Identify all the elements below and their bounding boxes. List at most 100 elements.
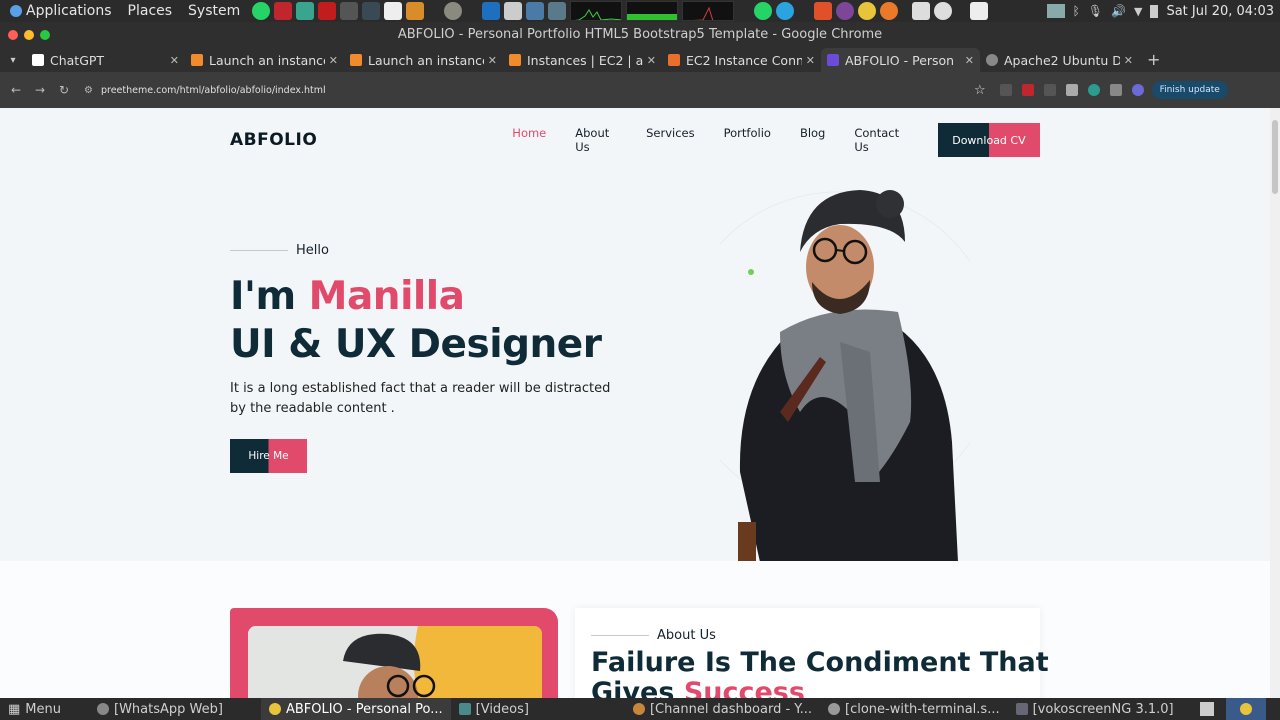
taskbar-item[interactable]: [WhatsApp Web] (89, 698, 231, 720)
maximize-window-icon[interactable] (40, 30, 50, 40)
page-scrollbar[interactable] (1270, 108, 1280, 698)
clock[interactable]: Sat Jul 20, 04:03 (1166, 4, 1274, 19)
editor-icon[interactable] (384, 2, 403, 20)
places-menu[interactable]: Places (122, 3, 179, 19)
github-icon[interactable] (934, 2, 953, 20)
divider-line (230, 250, 288, 251)
firefox-icon[interactable] (880, 2, 899, 20)
nav-home[interactable]: Home (512, 126, 546, 154)
tab-instances-ec2[interactable]: Instances | EC2 | af ✕ (503, 48, 662, 72)
profile-avatar-icon[interactable] (1131, 84, 1144, 96)
site-logo[interactable]: ABFOLIO (230, 130, 317, 150)
close-tab-icon[interactable]: ✕ (488, 54, 497, 67)
download-cv-button[interactable]: Download CV (937, 123, 1040, 157)
back-icon[interactable]: ← (4, 83, 28, 97)
app-icon[interactable] (504, 2, 523, 20)
whatsapp-icon[interactable] (252, 2, 271, 20)
nav-blog[interactable]: Blog (800, 126, 825, 154)
chrome-icon[interactable] (858, 2, 877, 20)
monitor-icon[interactable] (548, 2, 567, 20)
archive-icon[interactable] (406, 2, 425, 20)
volume-icon[interactable]: 🔊 (1111, 4, 1126, 18)
tab-label: Launch an instance (368, 52, 484, 68)
applications-menu[interactable]: Applications (4, 3, 118, 19)
close-tab-icon[interactable]: ✕ (329, 54, 338, 67)
vscode-icon[interactable] (482, 2, 501, 20)
wifi-icon[interactable]: ▼ (1134, 5, 1142, 18)
tab-abfolio[interactable]: ABFOLIO - Person ✕ (821, 48, 980, 72)
tab-chatgpt[interactable]: ChatGPT ✕ (26, 48, 185, 72)
battery-icon[interactable] (1150, 4, 1159, 18)
taskbar-item[interactable]: [vokoscreenNG 3.1.0] (1008, 698, 1182, 720)
nav-about-us[interactable]: About Us (575, 126, 617, 154)
tab-launch-instance[interactable]: Launch an instance ✕ (185, 48, 344, 72)
chrome-tray-icon[interactable] (1225, 698, 1266, 720)
nav-portfolio[interactable]: Portfolio (724, 126, 771, 154)
filezilla-icon[interactable] (274, 2, 293, 20)
system-menu[interactable]: System (182, 3, 246, 19)
bookmark-star-icon[interactable]: ☆ (974, 83, 986, 98)
finish-update-button[interactable]: Finish update (1151, 81, 1228, 99)
extension-icon[interactable] (999, 84, 1012, 96)
taskbar-item-label: [clone-with-terminal.s... (845, 701, 1000, 717)
minimize-window-icon[interactable] (24, 30, 34, 40)
keyboard-layout-icon[interactable] (1199, 702, 1214, 716)
extension-icon[interactable] (1043, 84, 1056, 96)
extension-icon[interactable] (1087, 84, 1100, 96)
tor-icon[interactable] (836, 2, 855, 20)
launcher-icons (252, 1, 989, 21)
about-title-line1: Failure Is The Condiment That (591, 647, 1049, 678)
divider-line (591, 635, 649, 636)
new-tab-icon[interactable]: + (1139, 48, 1160, 72)
address-bar[interactable]: ⚙ preetheme.com/html/abfolio/abfolio/ind… (84, 77, 974, 103)
close-window-icon[interactable] (8, 30, 18, 40)
app-icon[interactable] (296, 2, 315, 20)
nav-services[interactable]: Services (646, 126, 695, 154)
grid-menu-icon: ▦ (8, 701, 21, 717)
tab-label: Instances | EC2 | af (527, 52, 643, 68)
shield-icon[interactable] (1065, 84, 1078, 96)
close-tab-icon[interactable]: ✕ (1124, 54, 1133, 67)
about-image-card (230, 608, 558, 698)
tab-ec2-instance-connect[interactable]: EC2 Instance Conn ✕ (662, 48, 821, 72)
whatsapp-icon[interactable] (754, 2, 773, 20)
screen-icon[interactable] (1046, 4, 1065, 18)
slack-icon[interactable] (912, 2, 931, 20)
start-menu-button[interactable]: ▦ Menu (0, 698, 69, 720)
tab-search-icon[interactable]: ▾ (0, 48, 26, 72)
hire-me-button[interactable]: Hire Me (230, 439, 307, 473)
brave-icon[interactable] (814, 2, 833, 20)
forward-icon[interactable]: → (28, 83, 52, 97)
taskbar-item[interactable]: ABFOLIO - Personal Po... (260, 698, 451, 720)
close-tab-icon[interactable]: ✕ (647, 54, 656, 67)
gimp-icon[interactable] (444, 2, 463, 20)
microphone-icon[interactable]: 🎙 (1088, 4, 1103, 18)
telegram-icon[interactable] (776, 2, 795, 20)
nav-contact-us[interactable]: Contact Us (854, 126, 905, 154)
network-icon[interactable] (526, 2, 545, 20)
taskbar-item[interactable]: [clone-with-terminal.s... (820, 698, 1008, 720)
aws-favicon-icon (350, 54, 362, 66)
terminal-icon[interactable] (362, 2, 381, 20)
close-tab-icon[interactable]: ✕ (170, 54, 179, 67)
app-icon[interactable] (318, 2, 337, 20)
taskbar-item[interactable]: [Channel dashboard - Y... (625, 698, 820, 720)
bluetooth-icon[interactable]: ᛒ (1073, 4, 1080, 18)
app-icon[interactable] (340, 2, 359, 20)
about-title: Failure Is The Condiment That Gives Succ… (591, 647, 1049, 699)
close-tab-icon[interactable]: ✕ (806, 54, 815, 67)
taskbar-item[interactable]: [Videos] (451, 698, 537, 720)
reload-icon[interactable]: ↻ (52, 83, 76, 97)
tab-launch-instance[interactable]: Launch an instance ✕ (344, 48, 503, 72)
puzzle-icon[interactable] (1109, 84, 1122, 96)
scrollbar-thumb[interactable] (1272, 120, 1278, 194)
app-icon[interactable] (970, 2, 989, 20)
close-tab-icon[interactable]: ✕ (965, 54, 974, 67)
folder-icon (458, 703, 471, 715)
hero-portrait-image (720, 190, 970, 562)
hero-heading-line1: I'm Manilla (230, 273, 601, 321)
extension-icon[interactable] (1021, 84, 1034, 96)
cpu-graph-icon (570, 1, 623, 21)
tab-apache2-ubuntu[interactable]: Apache2 Ubuntu D ✕ (980, 48, 1139, 72)
site-info-icon[interactable]: ⚙ (84, 85, 93, 96)
